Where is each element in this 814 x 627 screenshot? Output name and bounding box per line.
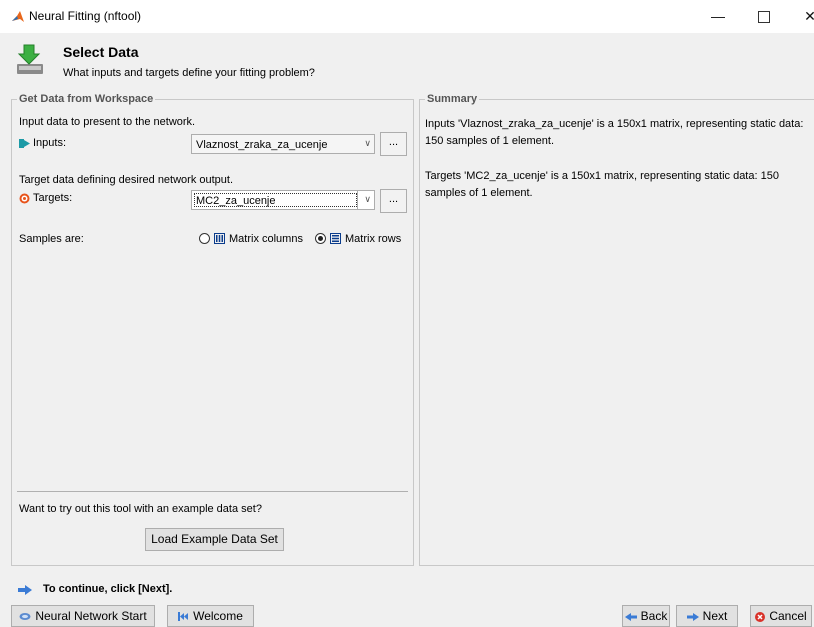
target-icon [19, 193, 30, 204]
window-title: Neural Fitting (nftool) [29, 9, 142, 23]
arrow-right-icon [18, 585, 32, 595]
matrix-rows-radio[interactable] [315, 233, 326, 244]
panel-divider [17, 491, 408, 492]
continue-hint: To continue, click [Next]. [43, 583, 173, 595]
load-example-data-button[interactable]: Load Example Data Set [145, 528, 284, 551]
workspace-panel: Get Data from Workspace [11, 93, 414, 566]
cancel-label: Cancel [769, 609, 807, 623]
targets-label: Targets: [33, 192, 73, 204]
inputs-select[interactable]: Vlaznost_zraka_za_ucenje ∨ [191, 134, 375, 154]
window-titlebar: Neural Fitting (nftool) — ✕ [0, 0, 814, 33]
summary-panel-legend: Summary [425, 93, 480, 105]
page-subtitle: What inputs and targets define your fitt… [63, 67, 315, 79]
targets-select-value: MC2_za_ucenje [196, 195, 276, 207]
next-label: Next [702, 609, 728, 623]
workspace-panel-legend: Get Data from Workspace [17, 93, 156, 105]
maximize-button[interactable] [741, 0, 787, 33]
targets-select[interactable]: MC2_za_ucenje ∨ [191, 190, 375, 210]
matrix-rows-icon [330, 233, 341, 244]
inputs-label: Inputs: [33, 137, 67, 149]
welcome-button[interactable]: Welcome [167, 605, 254, 627]
arrow-right-icon [686, 612, 699, 621]
inputs-select-value: Vlaznost_zraka_za_ucenje [196, 139, 328, 151]
neural-network-start-button[interactable]: Neural Network Start [11, 605, 155, 627]
cancel-icon [755, 611, 766, 622]
matrix-rows-label[interactable]: Matrix rows [345, 233, 401, 245]
maximize-icon [758, 11, 770, 24]
inputs-browse-button[interactable]: ... [380, 132, 407, 156]
minimize-icon: — [711, 8, 725, 24]
nn-start-icon [19, 612, 31, 621]
inputs-summary-text: Inputs 'Vlaznost_zraka_za_ucenje' is a 1… [425, 118, 804, 147]
back-button[interactable]: Back [622, 605, 670, 627]
page-title: Select Data [63, 44, 139, 60]
input-arrow-icon [19, 139, 30, 148]
matrix-columns-label[interactable]: Matrix columns [229, 233, 303, 245]
example-prompt-text: Want to try out this tool with an exampl… [19, 503, 262, 515]
chevron-down-icon: ∨ [364, 194, 371, 204]
close-icon: ✕ [804, 8, 814, 24]
matlab-icon [12, 11, 24, 22]
targets-browse-button[interactable]: ... [380, 189, 407, 213]
arrow-left-icon [624, 612, 637, 621]
next-button[interactable]: Next [676, 605, 738, 627]
targets-summary-text: Targets 'MC2_za_ucenje' is a 150x1 matri… [425, 170, 779, 199]
download-arrow-icon [17, 44, 43, 74]
welcome-label: Welcome [193, 609, 243, 623]
minimize-button[interactable]: — [695, 0, 741, 33]
nn-start-label: Neural Network Start [35, 609, 147, 623]
back-label: Back [640, 609, 668, 623]
close-window-button[interactable]: ✕ [787, 0, 814, 33]
target-intro-text: Target data defining desired network out… [19, 174, 234, 186]
welcome-icon [178, 612, 189, 622]
matrix-columns-radio[interactable] [199, 233, 210, 244]
samples-label: Samples are: [19, 233, 84, 245]
chevron-down-icon: ∨ [364, 138, 371, 148]
select-separator [357, 191, 358, 209]
cancel-button[interactable]: Cancel [750, 605, 812, 627]
input-intro-text: Input data to present to the network. [19, 116, 196, 128]
matrix-columns-icon [214, 233, 225, 244]
